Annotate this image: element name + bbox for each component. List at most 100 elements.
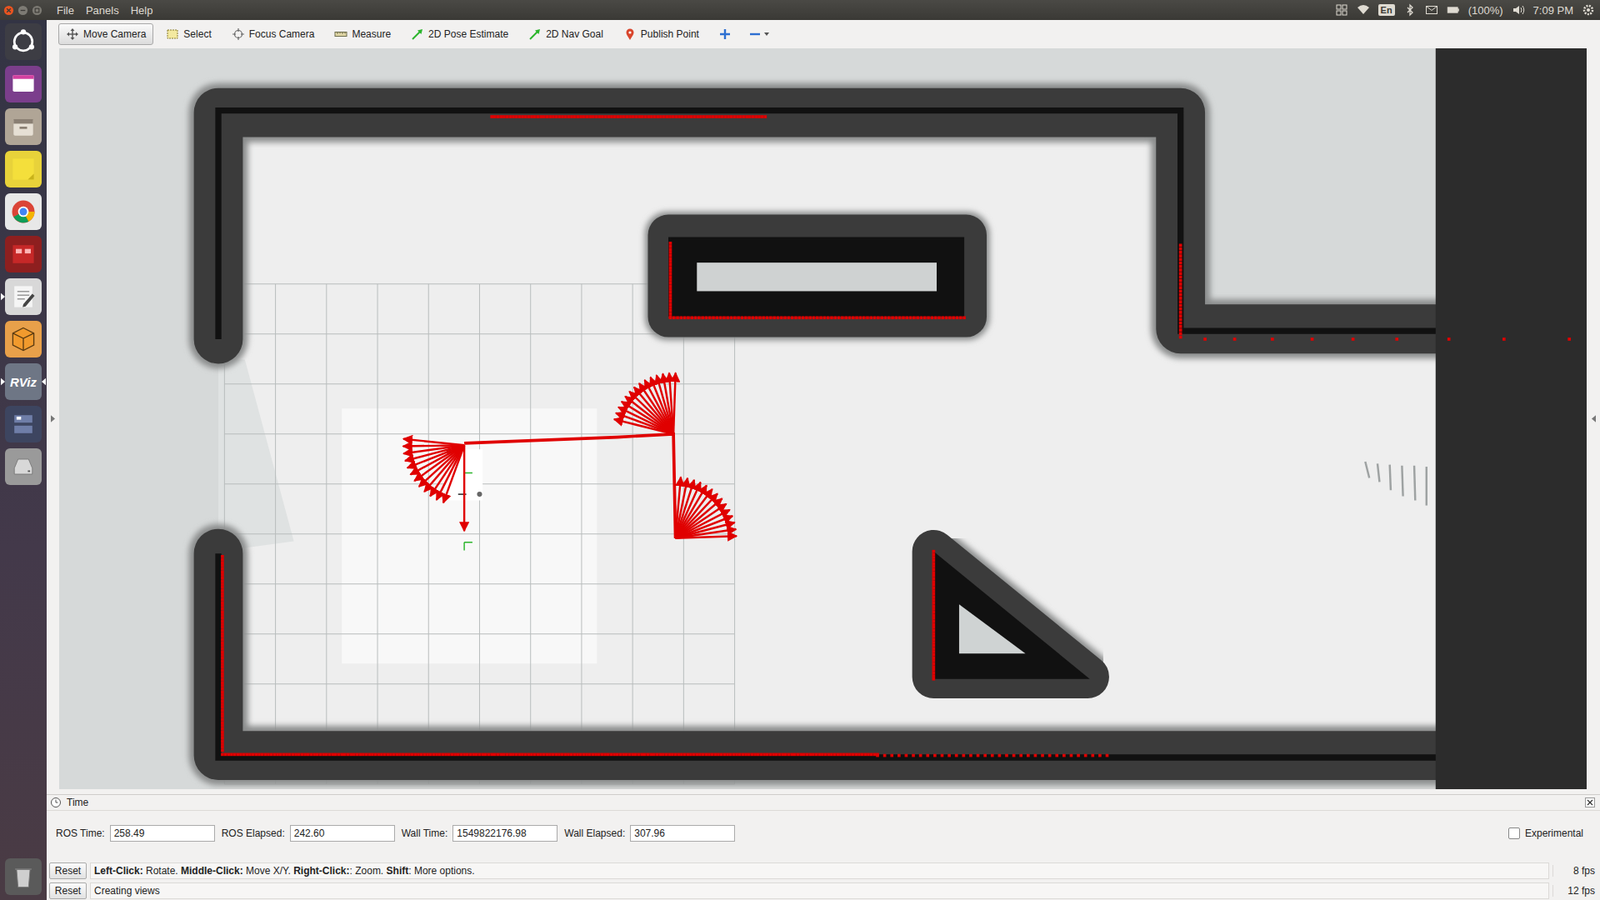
tool-button[interactable]: 2D Nav Goal bbox=[520, 23, 611, 45]
remove-tool-button[interactable] bbox=[748, 27, 770, 41]
triangle-obstacle bbox=[933, 551, 1090, 680]
box-obstacle bbox=[645, 211, 990, 340]
reset-button[interactable]: Reset bbox=[49, 862, 87, 880]
tool-button[interactable]: Select bbox=[158, 23, 219, 45]
fps-counter: 12 fps bbox=[1552, 885, 1600, 897]
workspace-grid-icon[interactable] bbox=[1335, 3, 1349, 17]
time-panel: Time ROS Time: 258.49 ROS Elapsed: 242.60 Wal… bbox=[46, 789, 1600, 862]
focused-indicator-icon bbox=[41, 377, 46, 386]
map-wall bbox=[218, 110, 1450, 758]
field-label: Wall Elapsed: bbox=[564, 827, 625, 840]
goal-icon bbox=[528, 27, 542, 41]
launcher-item[interactable] bbox=[0, 405, 47, 443]
free-space bbox=[218, 112, 1436, 755]
tool-label: Select bbox=[183, 28, 211, 40]
tool-label: Publish Point bbox=[640, 28, 700, 40]
tool-button[interactable]: Focus Camera bbox=[224, 23, 323, 45]
mail-icon[interactable] bbox=[1425, 3, 1439, 17]
panel-header: Time bbox=[46, 794, 1600, 811]
rviz-window: Move Camera Select Focus Camera Measure 2D P… bbox=[46, 20, 1600, 900]
scan-shadow bbox=[218, 359, 295, 551]
menu-bar: File Panels Help bbox=[56, 4, 153, 17]
field-value[interactable]: 307.96 bbox=[630, 825, 735, 842]
left-splitter[interactable] bbox=[46, 48, 60, 790]
add-tool-icon[interactable] bbox=[718, 27, 732, 41]
checkbox-label: Experimental bbox=[1525, 827, 1584, 840]
volume-icon[interactable] bbox=[1511, 3, 1525, 17]
time-field: Wall Elapsed: 307.96 bbox=[564, 825, 735, 842]
status-message: Left-Click: Rotate. Middle-Click: Move X… bbox=[90, 862, 1550, 880]
expand-right-icon bbox=[1591, 415, 1596, 423]
battery-icon[interactable] bbox=[1446, 3, 1460, 17]
faint-marks bbox=[1365, 461, 1426, 506]
clock[interactable]: 7:09 PM bbox=[1533, 4, 1574, 17]
tool-label: 2D Pose Estimate bbox=[428, 28, 509, 40]
toolbar: Move Camera Select Focus Camera Measure 2D P… bbox=[46, 20, 1600, 49]
field-label: ROS Time: bbox=[55, 827, 105, 840]
render-view[interactable] bbox=[59, 48, 1587, 790]
expand-left-icon bbox=[50, 415, 55, 423]
grid bbox=[224, 284, 735, 785]
app-red-icon bbox=[5, 235, 42, 273]
menu-item[interactable]: File bbox=[56, 4, 75, 17]
field-label: ROS Elapsed: bbox=[221, 827, 285, 840]
tool-label: Measure bbox=[351, 28, 391, 40]
battery-percent[interactable]: (100%) bbox=[1468, 4, 1504, 17]
menu-item[interactable]: Help bbox=[130, 4, 154, 17]
panel-title: Time bbox=[66, 796, 89, 809]
launcher-item[interactable] bbox=[0, 858, 47, 895]
close-icon[interactable] bbox=[3, 5, 15, 16]
measure-icon bbox=[334, 27, 348, 41]
status-message: Creating views bbox=[90, 882, 1550, 900]
maximize-icon[interactable] bbox=[31, 5, 43, 16]
view-area bbox=[46, 48, 1600, 790]
field-label: Wall Time: bbox=[401, 827, 449, 840]
time-field: ROS Elapsed: 242.60 bbox=[221, 825, 395, 842]
launcher: RViz bbox=[0, 20, 47, 900]
language-indicator[interactable]: En bbox=[1378, 4, 1395, 16]
reset-button[interactable]: Reset bbox=[49, 882, 87, 900]
launcher-item[interactable] bbox=[0, 23, 47, 60]
running-indicator-icon bbox=[0, 292, 5, 301]
pose-icon bbox=[410, 27, 425, 41]
launcher-item[interactable] bbox=[0, 65, 47, 103]
status-row: ResetCreating views12 fps bbox=[49, 881, 1600, 900]
tool-button[interactable]: Measure bbox=[326, 23, 399, 45]
fps-counter: 8 fps bbox=[1552, 865, 1600, 877]
launcher-item[interactable] bbox=[0, 235, 47, 273]
indicator-area: En (100%) 7:09 PM bbox=[1335, 3, 1595, 17]
wifi-icon[interactable] bbox=[1356, 3, 1370, 17]
minimize-icon[interactable] bbox=[17, 5, 29, 16]
launcher-item[interactable]: RViz bbox=[0, 363, 47, 400]
field-value[interactable]: 1549822176.98 bbox=[452, 825, 558, 842]
tool-button[interactable]: Move Camera bbox=[58, 23, 154, 45]
close-panel-icon[interactable] bbox=[1585, 797, 1595, 808]
tool-button[interactable]: Publish Point bbox=[615, 23, 707, 45]
dropdown-arrow-icon bbox=[763, 30, 770, 38]
launcher-item[interactable] bbox=[0, 278, 47, 315]
focus-icon bbox=[231, 27, 245, 41]
drive-icon bbox=[5, 448, 42, 485]
tool-label: 2D Nav Goal bbox=[545, 28, 604, 40]
launcher-item[interactable] bbox=[0, 320, 47, 358]
point-icon bbox=[623, 27, 637, 41]
time-field: Wall Time:1549822176.98 bbox=[401, 825, 559, 842]
launcher-item[interactable] bbox=[0, 108, 47, 145]
field-value[interactable]: 258.49 bbox=[110, 825, 215, 842]
right-splitter[interactable] bbox=[1586, 48, 1600, 790]
field-value[interactable]: 242.60 bbox=[290, 825, 395, 842]
launcher-item[interactable] bbox=[0, 193, 47, 230]
bluetooth-icon[interactable] bbox=[1403, 3, 1417, 17]
launcher-item[interactable] bbox=[0, 150, 47, 188]
workspaces-icon bbox=[5, 65, 42, 103]
window-buttons bbox=[3, 5, 50, 16]
launcher-item[interactable] bbox=[0, 448, 47, 485]
tool-button[interactable]: 2D Pose Estimate bbox=[403, 23, 516, 45]
map-canvas[interactable] bbox=[59, 48, 1587, 790]
rviz-icon: RViz bbox=[5, 363, 42, 400]
tool-label: Move Camera bbox=[83, 28, 146, 40]
checkbox-box[interactable] bbox=[1508, 827, 1520, 840]
menu-item[interactable]: Panels bbox=[85, 4, 120, 17]
experimental-checkbox[interactable]: Experimental bbox=[1508, 827, 1595, 840]
gear-icon[interactable] bbox=[1581, 3, 1595, 17]
